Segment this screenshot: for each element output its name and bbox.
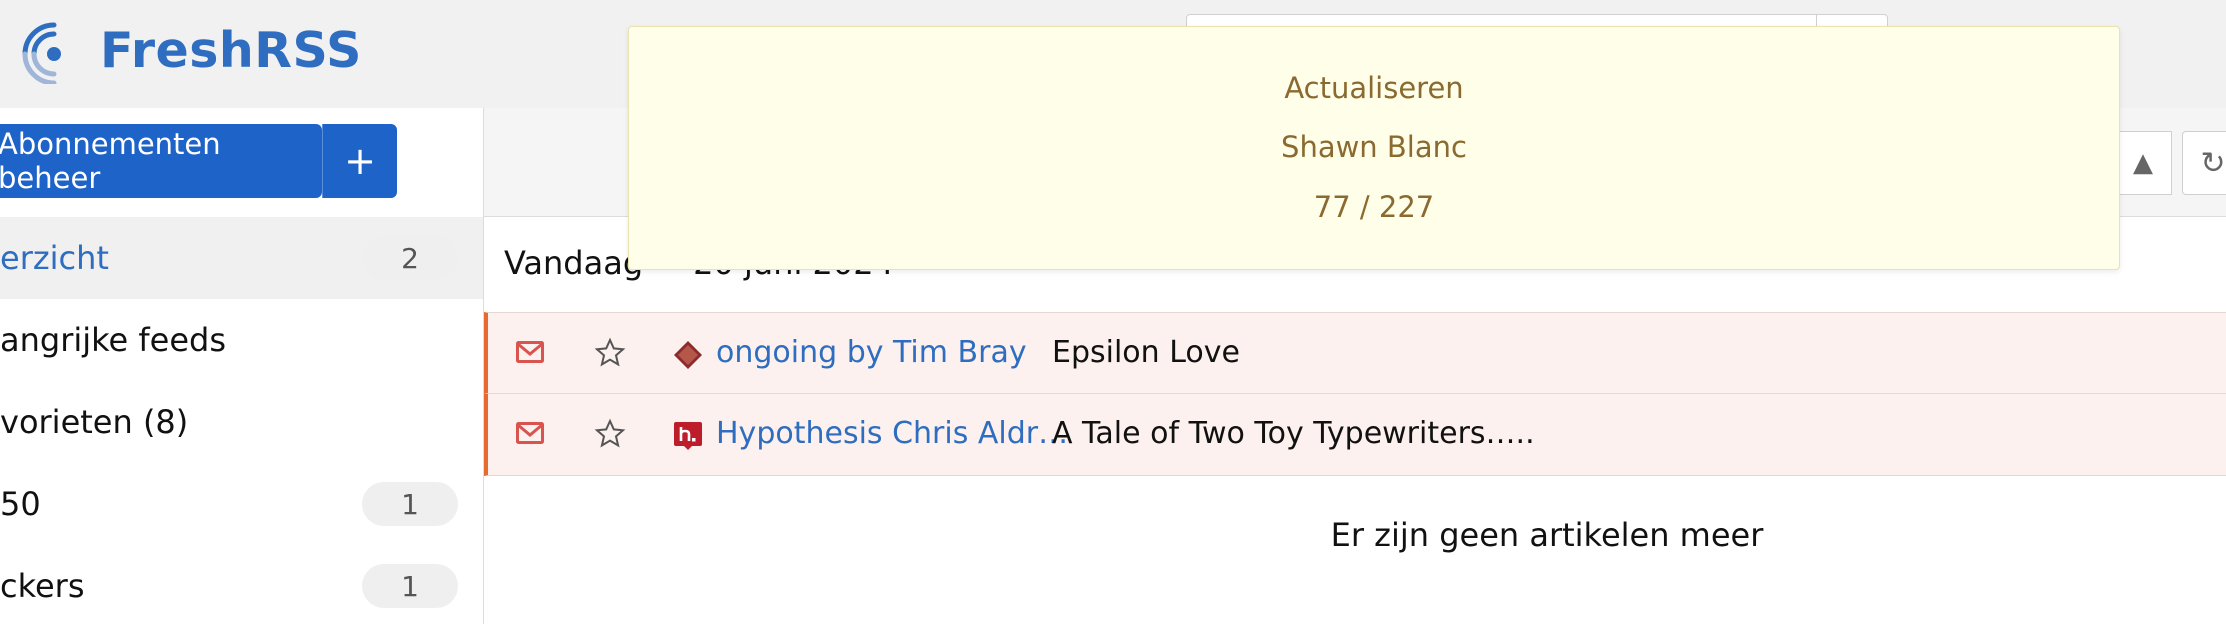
envelope-icon[interactable] xyxy=(516,341,544,363)
app-name: FreshRSS xyxy=(100,21,362,79)
star-icon[interactable] xyxy=(594,418,626,450)
unread-count-badge: 1 xyxy=(362,564,458,608)
envelope-icon[interactable] xyxy=(516,422,544,444)
sidebar-item-label: erzicht xyxy=(0,239,109,277)
article-title[interactable]: A Tale of Two Toy Typewriters….. xyxy=(1052,416,1535,451)
notification-progress: 77 / 227 xyxy=(1313,190,1435,224)
sidebar-item-label: vorieten (8) xyxy=(0,403,189,441)
sidebar-item-favorites[interactable]: vorieten (8) xyxy=(0,381,483,463)
diamond-feed-icon xyxy=(674,341,702,369)
refresh-button[interactable]: ↻ xyxy=(2182,131,2226,195)
star-icon[interactable] xyxy=(594,337,626,369)
sidebar: Abonnementen beheer + erzicht 2 angrijke… xyxy=(0,108,484,624)
unread-count-badge: 1 xyxy=(362,482,458,526)
manage-subscriptions-button[interactable]: Abonnementen beheer xyxy=(0,124,322,198)
triangle-up-icon: ▲ xyxy=(2133,148,2153,178)
no-more-articles-message: Er zijn geen artikelen meer xyxy=(484,516,2226,554)
day-label: Vandaag xyxy=(504,244,644,282)
add-subscription-button[interactable]: + xyxy=(322,124,397,198)
feed-name[interactable]: ongoing by Tim Bray xyxy=(716,335,1027,370)
mark-read-button[interactable]: ▲ xyxy=(2114,131,2172,195)
feed-name[interactable]: Hypothesis Chris Aldr… xyxy=(716,416,1068,451)
sidebar-item-category[interactable]: ckers 1 xyxy=(0,545,483,624)
refresh-notification: Actualiseren Shawn Blanc 77 / 227 xyxy=(628,26,2120,270)
sidebar-item-important-feeds[interactable]: angrijke feeds xyxy=(0,299,483,381)
article-title[interactable]: Epsilon Love xyxy=(1052,335,1240,370)
notification-feed: Shawn Blanc xyxy=(1281,130,1467,164)
sidebar-item-label: ckers xyxy=(0,567,85,605)
sidebar-item-label: angrijke feeds xyxy=(0,321,227,359)
logo[interactable]: FreshRSS xyxy=(20,16,362,84)
sidebar-item-label: 50 xyxy=(0,485,41,523)
freshrss-logo-icon xyxy=(22,22,61,84)
refresh-icon: ↻ xyxy=(2200,145,2226,181)
list-item[interactable]: ongoing by Tim Bray Epsilon Love xyxy=(484,312,2226,394)
notification-title: Actualiseren xyxy=(1284,71,1464,105)
no-more-text: Er zijn geen artikelen meer xyxy=(1330,516,1764,554)
sidebar-item-overview[interactable]: erzicht 2 xyxy=(0,217,483,299)
unread-count-badge: 2 xyxy=(362,236,458,280)
sidebar-item-category[interactable]: 50 1 xyxy=(0,463,483,545)
hypothesis-icon xyxy=(674,422,702,450)
list-item[interactable]: Hypothesis Chris Aldr… A Tale of Two Toy… xyxy=(484,394,2226,476)
